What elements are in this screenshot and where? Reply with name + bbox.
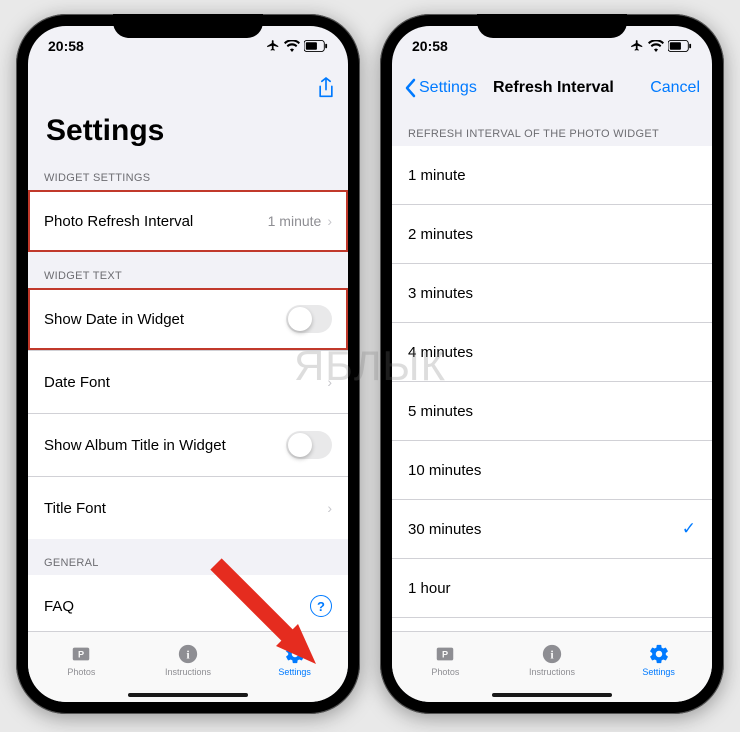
nav-title: Refresh Interval (493, 79, 614, 97)
home-indicator (128, 693, 248, 697)
option-row[interactable]: 1 minute (392, 146, 712, 205)
chevron-right-icon: › (327, 374, 332, 390)
option-label: 1 hour (408, 580, 696, 597)
share-icon[interactable] (316, 76, 336, 100)
tab-photos[interactable]: P Photos (28, 643, 135, 677)
row-label: Show Album Title in Widget (44, 437, 286, 454)
notch (113, 14, 263, 38)
option-label: 5 minutes (408, 403, 696, 420)
option-label: 10 minutes (408, 462, 696, 479)
tab-label: Photos (67, 667, 95, 677)
photos-icon: P (70, 643, 92, 665)
checkmark-icon: ✓ (682, 519, 696, 539)
row-label: Show Date in Widget (44, 311, 286, 328)
chevron-right-icon: › (327, 213, 332, 229)
chevron-right-icon: › (327, 500, 332, 516)
tab-instructions[interactable]: i Instructions (135, 643, 242, 677)
cancel-button[interactable]: Cancel (630, 79, 700, 97)
status-time: 20:58 (412, 38, 448, 54)
nav-bar (28, 66, 348, 110)
tab-label: Instructions (165, 667, 211, 677)
nav-bar: Settings Refresh Interval Cancel (392, 66, 712, 110)
option-row[interactable]: 3 minutes (392, 264, 712, 323)
airplane-icon (266, 39, 280, 53)
info-icon: i (541, 643, 563, 665)
status-time: 20:58 (48, 38, 84, 54)
battery-icon (304, 40, 328, 52)
row-label: Photo Refresh Interval (44, 213, 268, 230)
row-date-font[interactable]: Date Font › (28, 351, 348, 414)
svg-text:P: P (78, 650, 84, 660)
home-indicator (492, 693, 612, 697)
section-header-refresh-interval: REFRESH INTERVAL OF THE PHOTO WIDGET (392, 110, 712, 146)
tab-label: Settings (642, 667, 675, 677)
info-icon: i (177, 643, 199, 665)
wifi-icon (284, 40, 300, 52)
row-label: Title Font (44, 500, 321, 517)
option-row[interactable]: 2 minutes (392, 205, 712, 264)
wifi-icon (648, 40, 664, 52)
help-icon: ? (310, 595, 332, 617)
gear-icon (284, 643, 306, 665)
notch (477, 14, 627, 38)
row-title-font[interactable]: Title Font › (28, 477, 348, 539)
option-row[interactable]: 1 hour (392, 559, 712, 618)
tab-label: Instructions (529, 667, 575, 677)
option-row[interactable]: 5 minutes (392, 382, 712, 441)
row-show-date[interactable]: Show Date in Widget (28, 288, 348, 351)
tab-bar: P Photos i Instructions Settings (28, 631, 348, 702)
tab-label: Settings (278, 667, 311, 677)
section-header-widget-text: WIDGET TEXT (28, 252, 348, 288)
tab-label: Photos (431, 667, 459, 677)
option-label: 30 minutes (408, 521, 682, 538)
toggle-show-album[interactable] (286, 431, 332, 459)
tab-instructions[interactable]: i Instructions (499, 643, 606, 677)
tab-photos[interactable]: P Photos (392, 643, 499, 677)
battery-icon (668, 40, 692, 52)
airplane-icon (630, 39, 644, 53)
photos-icon: P (434, 643, 456, 665)
row-value: 1 minute (268, 213, 322, 229)
back-label: Settings (419, 79, 477, 97)
row-faq[interactable]: FAQ ? (28, 575, 348, 631)
gear-icon (648, 643, 670, 665)
option-row[interactable]: 2 hours (392, 618, 712, 631)
tab-bar: P Photos i Instructions Settings (392, 631, 712, 702)
row-label: Date Font (44, 374, 321, 391)
option-row[interactable]: 10 minutes (392, 441, 712, 500)
row-show-album[interactable]: Show Album Title in Widget (28, 414, 348, 477)
row-label: FAQ (44, 598, 310, 615)
tab-settings[interactable]: Settings (605, 643, 712, 677)
tab-settings[interactable]: Settings (241, 643, 348, 677)
option-label: 3 minutes (408, 285, 696, 302)
options-list: 1 minute 2 minutes 3 minutes 4 minutes 5 min… (392, 146, 712, 631)
option-row[interactable]: 4 minutes (392, 323, 712, 382)
phone-right: 20:58 Settings Refresh Interval Cancel (380, 14, 724, 714)
back-button[interactable]: Settings (404, 78, 477, 98)
cancel-label: Cancel (650, 79, 700, 97)
option-row[interactable]: 30 minutes✓ (392, 500, 712, 559)
row-photo-refresh-interval[interactable]: Photo Refresh Interval 1 minute › (28, 190, 348, 252)
section-header-general: GENERAL (28, 539, 348, 575)
section-header-widget-settings: WIDGET SETTINGS (28, 154, 348, 190)
option-label: 4 minutes (408, 344, 696, 361)
page-title: Settings (28, 110, 348, 154)
chevron-left-icon (404, 78, 416, 98)
toggle-show-date[interactable] (286, 305, 332, 333)
option-label: 1 minute (408, 167, 696, 184)
option-label: 2 minutes (408, 226, 696, 243)
svg-text:P: P (442, 650, 448, 660)
phone-left: 20:58 Settings WIDGET SETTINGS (16, 14, 360, 714)
